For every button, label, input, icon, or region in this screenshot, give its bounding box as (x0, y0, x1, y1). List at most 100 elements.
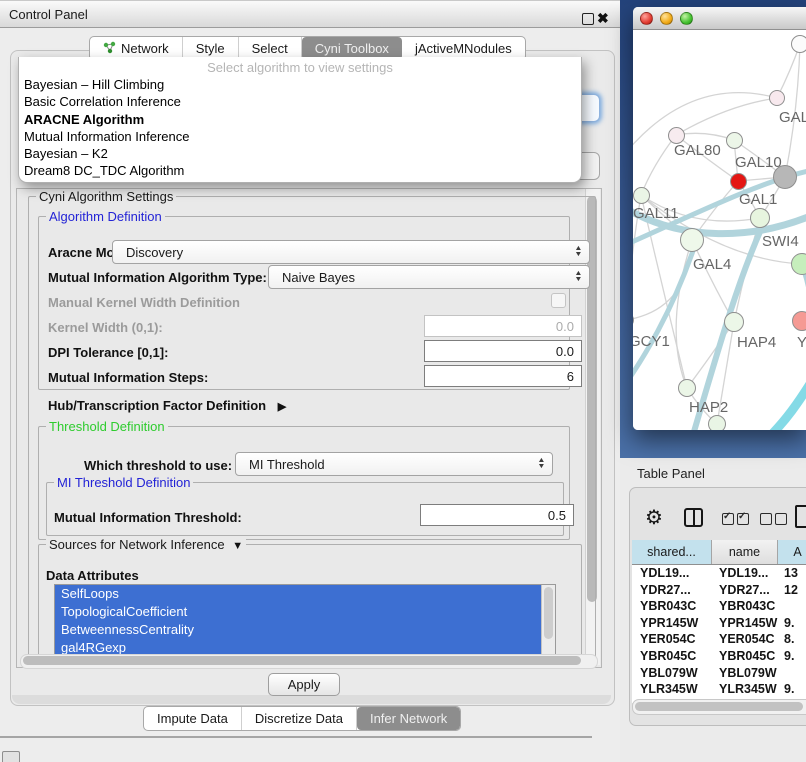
network-node[interactable] (708, 415, 726, 430)
float-window-icon[interactable] (582, 13, 594, 25)
screen: Control Panel ✖ Network Style Select Cyn… (0, 0, 806, 762)
gear-icon[interactable]: ⚙ (645, 505, 663, 530)
table-cell: YER054C (632, 631, 712, 648)
tab-label: Cyni Toolbox (315, 41, 389, 56)
data-attribute-item[interactable]: BetweennessCentrality (55, 621, 555, 639)
apply-button[interactable]: Apply (268, 673, 340, 696)
column-header-name[interactable]: name (712, 540, 778, 564)
data-attributes-label: Data Attributes (46, 568, 139, 583)
unchecked-checkbox-icon[interactable] (760, 513, 772, 525)
table-row[interactable]: YPR145WYPR145W9. (632, 615, 806, 632)
table-cell: YDL19... (712, 565, 778, 582)
column-header-shared[interactable]: shared... (632, 540, 712, 564)
network-node[interactable] (724, 312, 744, 332)
algorithm-option[interactable]: ARACNE Algorithm (19, 111, 581, 128)
network-nodes-layer: GALGAL80GAL10GAL1GAL11SWI4GAL4GCY1HAP4YH… (633, 30, 806, 430)
network-node[interactable] (750, 208, 770, 228)
mi-threshold-field[interactable]: 0.5 (420, 504, 574, 526)
sources-group-title[interactable]: Sources for Network Inference ▼ (46, 537, 246, 552)
attr-list-scrollbar-thumb[interactable] (544, 587, 553, 639)
manual-kernel-label: Manual Kernel Width Definition (48, 295, 240, 310)
network-node[interactable] (680, 228, 704, 252)
algorithm-option[interactable]: Basic Correlation Inference (19, 93, 581, 110)
settings-hscrollbar-thumb[interactable] (23, 656, 581, 665)
mi-threshold-value: 0.5 (548, 508, 566, 523)
table-row[interactable]: YBL079WYBL079W (632, 665, 806, 682)
panel-title: Control Panel (9, 7, 88, 22)
node-label: GAL4 (693, 256, 731, 273)
control-panel-titlebar: Control Panel (0, 0, 620, 28)
network-node[interactable] (633, 187, 650, 204)
algorithm-dropdown-popup: Select algorithm to view settings Bayesi… (18, 57, 582, 183)
network-node[interactable] (678, 379, 696, 397)
split-view-icon[interactable] (684, 508, 703, 527)
table-row[interactable]: YLR345WYLR345W9. (632, 681, 806, 698)
attr-list-scrollbar[interactable] (541, 585, 555, 658)
table-cell: 8. (778, 631, 806, 648)
checked-checkbox-icon[interactable] (722, 513, 734, 525)
table-row[interactable]: YER054CYER054C8. (632, 631, 806, 648)
aracne-mode-select[interactable]: Discovery ▲▼ (112, 240, 590, 264)
tab-infer-network[interactable]: Infer Network (357, 707, 460, 730)
table-cell: YPR145W (632, 615, 712, 632)
which-threshold-value: MI Threshold (249, 457, 325, 472)
checked-checkbox-icon[interactable] (737, 513, 749, 525)
algorithm-option[interactable]: Dream8 DC_TDC Algorithm (19, 162, 581, 179)
network-view-window[interactable]: GALGAL80GAL10GAL1GAL11SWI4GAL4GCY1HAP4YH… (633, 7, 806, 430)
node-label: HAP2 (689, 399, 728, 416)
network-node[interactable] (792, 311, 806, 331)
minimized-panel-icon[interactable] (2, 751, 20, 762)
network-canvas[interactable]: GALGAL80GAL10GAL1GAL11SWI4GAL4GCY1HAP4YH… (633, 30, 806, 430)
tab-discretize-data[interactable]: Discretize Data (242, 707, 357, 730)
table-row[interactable]: YDL19...YDL19...13 (632, 565, 806, 582)
tab-label: Network (121, 41, 169, 56)
data-attribute-item[interactable]: SelfLoops (55, 585, 555, 603)
unchecked-checkbox-icon[interactable] (775, 513, 787, 525)
network-node[interactable] (633, 312, 634, 328)
node-table[interactable]: shared... name A YDL19...YDL19...13YDR27… (632, 540, 806, 703)
kernel-width-label: Kernel Width (0,1): (48, 320, 163, 335)
table-hscrollbar-thumb[interactable] (635, 702, 803, 711)
close-traffic-light-icon[interactable] (640, 12, 653, 25)
stepper-arrows-icon: ▲▼ (537, 458, 545, 470)
kernel-width-field[interactable]: 0.0 (424, 315, 582, 337)
algorithm-option[interactable]: Bayesian – Hill Climbing (19, 76, 581, 93)
column-header-partial[interactable]: A (778, 540, 806, 564)
table-cell (778, 665, 806, 682)
close-icon[interactable]: ✖ (597, 9, 609, 27)
network-window-titlebar[interactable] (633, 7, 806, 30)
table-row[interactable]: YBR043CYBR043C (632, 598, 806, 615)
file-icon[interactable] (795, 505, 806, 528)
mi-steps-field[interactable]: 6 (424, 365, 582, 387)
manual-kernel-checkbox[interactable] (551, 293, 566, 308)
algorithm-option[interactable]: Bayesian – K2 (19, 145, 581, 162)
data-attribute-item[interactable]: TopologicalCoefficient (55, 603, 555, 621)
mi-type-select[interactable]: Naive Bayes ▲▼ (268, 265, 590, 289)
tab-impute-data[interactable]: Impute Data (144, 707, 242, 730)
hub-section-toggle[interactable]: Hub/Transcription Factor Definition ▶ (48, 398, 286, 413)
sources-title-text: Sources for Network Inference (49, 537, 225, 552)
algorithm-option[interactable]: Mutual Information Inference (19, 128, 581, 145)
table-cell: YLR345W (632, 681, 712, 698)
which-threshold-select[interactable]: MI Threshold ▲▼ (235, 452, 553, 476)
which-threshold-label: Which threshold to use: (84, 458, 232, 473)
network-node[interactable] (730, 173, 747, 190)
bottom-tabbar: Impute Data Discretize Data Infer Networ… (143, 706, 461, 731)
dpi-tolerance-label: DPI Tolerance [0,1]: (48, 345, 168, 360)
minimize-traffic-light-icon[interactable] (660, 12, 673, 25)
network-node[interactable] (773, 165, 797, 189)
network-node[interactable] (769, 90, 785, 106)
node-label: GAL11 (633, 205, 679, 222)
network-node[interactable] (668, 127, 685, 144)
network-node[interactable] (726, 132, 743, 149)
dpi-tolerance-field[interactable]: 0.0 (424, 340, 582, 362)
table-panel-title: Table Panel (637, 466, 705, 481)
network-node[interactable] (791, 35, 806, 53)
data-attributes-list[interactable]: SelfLoopsTopologicalCoefficientBetweenne… (54, 584, 556, 659)
table-row[interactable]: YBR045CYBR045C9. (632, 648, 806, 665)
network-icon (103, 41, 116, 57)
network-node[interactable] (791, 253, 806, 275)
table-cell: 9. (778, 681, 806, 698)
zoom-traffic-light-icon[interactable] (680, 12, 693, 25)
table-row[interactable]: YDR27...YDR27...12 (632, 582, 806, 599)
